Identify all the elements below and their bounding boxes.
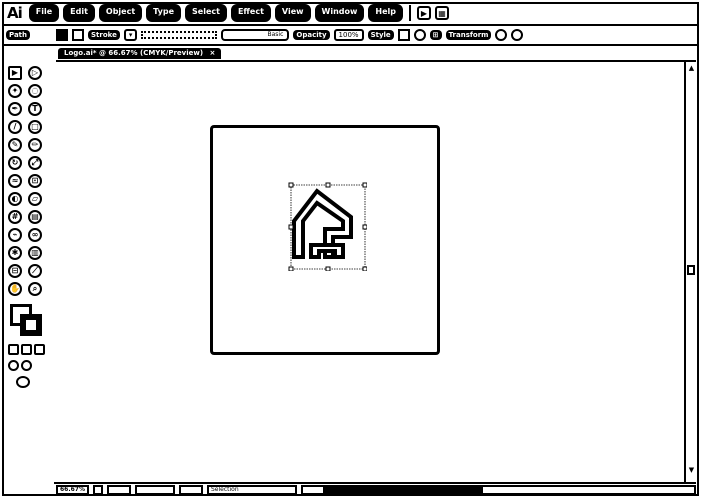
recolor-artwork-icon[interactable] [413, 29, 426, 41]
draw-behind-icon[interactable] [21, 360, 32, 371]
app-logo: Ai [7, 4, 23, 22]
artboard-number-field[interactable] [135, 485, 175, 495]
document-tab-bar: Logo.ai* @ 66.67% (CMYK/Preview) × [56, 48, 696, 62]
menu-type[interactable]: Type [146, 4, 182, 22]
menu-object[interactable]: Object [98, 4, 143, 22]
document-tab[interactable]: Logo.ai* @ 66.67% (CMYK/Preview) × [58, 48, 222, 59]
zoom-tool-icon[interactable]: ⌕ [28, 282, 42, 296]
scroll-down-arrow-icon[interactable]: ▼ [687, 466, 696, 475]
pen-tool-icon[interactable]: ✒ [8, 102, 22, 116]
logo-artwork[interactable] [285, 181, 367, 271]
menu-separator [408, 5, 411, 21]
stroke-label: Stroke [88, 30, 120, 40]
graphic-style-swatch[interactable] [397, 29, 410, 41]
scale-tool-icon[interactable]: ⤢ [28, 156, 42, 170]
menu-file[interactable]: File [28, 4, 60, 22]
menu-edit[interactable]: Edit [63, 4, 95, 22]
zoom-dropdown-icon[interactable] [93, 485, 103, 495]
vertical-scrollbar[interactable]: ▲ ▼ [684, 62, 696, 482]
zoom-level-field[interactable]: 66.67% [56, 485, 89, 495]
blend-tool-icon[interactable]: ∞ [28, 228, 42, 242]
artboard-navigation-first-icon[interactable] [107, 485, 131, 495]
menu-select[interactable]: Select [185, 4, 227, 22]
opacity-label: Opacity [293, 30, 330, 40]
vertical-scroll-thumb[interactable] [687, 265, 695, 275]
line-tool-icon[interactable]: / [8, 120, 22, 134]
style-label: Style [367, 30, 394, 40]
menu-bar: Ai File Edit Object Type Select Effect V… [4, 4, 699, 22]
horizontal-scrollbar[interactable] [301, 485, 696, 495]
menu-window[interactable]: Window [314, 4, 365, 22]
stroke-color-swatch[interactable] [72, 29, 84, 41]
draw-normal-icon[interactable] [8, 360, 19, 371]
shape-builder-tool-icon[interactable]: ◐ [8, 192, 22, 206]
gradient-mode-icon[interactable] [21, 344, 32, 355]
menu-view[interactable]: View [274, 4, 311, 22]
lasso-tool-icon[interactable]: ◌ [28, 84, 42, 98]
align-icon[interactable]: ⊞ [429, 30, 442, 40]
pencil-tool-icon[interactable]: ✏ [28, 138, 42, 152]
mesh-tool-icon[interactable]: # [8, 210, 22, 224]
symbol-sprayer-tool-icon[interactable]: ✱ [8, 246, 22, 260]
screen-mode-icon[interactable] [16, 376, 30, 388]
canvas-area[interactable] [54, 62, 684, 482]
current-tool-status[interactable]: Selection [207, 485, 297, 495]
panel-menu-icon[interactable] [511, 29, 524, 41]
color-mode-icon[interactable] [8, 344, 19, 355]
rotate-tool-icon[interactable]: ↻ [8, 156, 22, 170]
selection-type-label: Path [6, 30, 30, 40]
brush-definition-dropdown[interactable]: Basic [221, 29, 290, 41]
slice-tool-icon[interactable]: ⟋ [28, 264, 42, 278]
stroke-weight-field[interactable]: ▾ [123, 29, 138, 41]
paintbrush-tool-icon[interactable]: ✎ [8, 138, 22, 152]
artboard-tool-icon[interactable]: ⊟ [8, 264, 22, 278]
menu-effect[interactable]: Effect [230, 4, 271, 22]
status-bar: 66.67% Selection [54, 482, 696, 496]
scroll-up-arrow-icon[interactable]: ▲ [687, 64, 696, 73]
document-tab-title: Logo.ai* @ 66.67% (CMYK/Preview) [64, 49, 204, 57]
rectangle-tool-icon[interactable]: □ [28, 120, 42, 134]
column-graph-tool-icon[interactable]: ▥ [28, 246, 42, 260]
artboard-navigation-last-icon[interactable] [179, 485, 203, 495]
bridge-icon[interactable]: ▶ [416, 6, 431, 20]
eyedropper-tool-icon[interactable]: ⌁ [8, 228, 22, 242]
type-tool-icon[interactable]: T [28, 102, 42, 116]
selection-tool-icon[interactable]: ▶ [8, 66, 22, 80]
menu-help[interactable]: Help [368, 4, 403, 22]
horizontal-scroll-thumb[interactable] [323, 487, 483, 493]
close-tab-icon[interactable]: × [210, 49, 216, 57]
tools-panel: ▶ ▷ ✦ ◌ ✒ T / □ ✎ ✏ ↻ ⤢ ≈ ⊡ ◐ ▱ # ▤ ⌁ ∞ … [6, 64, 52, 394]
free-transform-tool-icon[interactable]: ⊡ [28, 174, 42, 188]
direct-selection-tool-icon[interactable]: ▷ [28, 66, 42, 80]
isolate-object-icon[interactable] [495, 29, 508, 41]
hand-tool-icon[interactable]: ✋ [8, 282, 22, 296]
fill-color-swatch[interactable] [56, 29, 68, 41]
gradient-tool-icon[interactable]: ▤ [28, 210, 42, 224]
magic-wand-tool-icon[interactable]: ✦ [8, 84, 22, 98]
stroke-swatch[interactable] [20, 314, 42, 336]
variable-width-profile-dropdown[interactable] [141, 31, 218, 39]
none-mode-icon[interactable] [34, 344, 45, 355]
transform-link[interactable]: Transform [445, 30, 492, 40]
perspective-grid-tool-icon[interactable]: ▱ [28, 192, 42, 206]
arrange-documents-icon[interactable]: ▦ [434, 6, 449, 20]
control-bar: Path Stroke ▾ Basic Opacity 100% Style ⊞… [4, 24, 699, 46]
width-tool-icon[interactable]: ≈ [8, 174, 22, 188]
opacity-field[interactable]: 100% [333, 29, 364, 41]
